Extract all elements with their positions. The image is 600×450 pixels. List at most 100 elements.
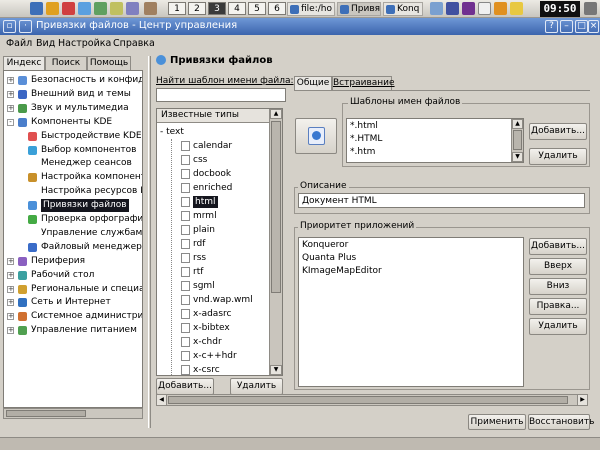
desktop-switch-5[interactable]: 5 bbox=[248, 2, 266, 15]
tab-general[interactable]: Общие bbox=[294, 76, 332, 90]
tray-lock-icon[interactable] bbox=[584, 2, 597, 15]
nav-item[interactable]: + Безопасность и конфиденц bbox=[4, 74, 142, 87]
move-down-button[interactable]: Вниз bbox=[529, 278, 587, 295]
nav-horizontal-scrollbar[interactable] bbox=[3, 408, 143, 419]
menu-settings[interactable]: Настройка bbox=[58, 38, 111, 49]
scroll-down-icon[interactable]: ▼ bbox=[512, 152, 523, 162]
help-icon[interactable] bbox=[126, 2, 139, 15]
tab-help[interactable]: Помощь bbox=[87, 56, 131, 70]
remove-app-button[interactable]: Удалить bbox=[529, 318, 587, 335]
tab-search[interactable]: Поиск bbox=[45, 56, 87, 70]
filetype-icon-button[interactable] bbox=[295, 118, 337, 154]
scroll-left-icon[interactable]: ◀ bbox=[157, 395, 167, 405]
nav-item[interactable]: + Региональные и специальны bbox=[4, 283, 142, 296]
tree-expand-icon[interactable]: + bbox=[7, 271, 14, 279]
description-input[interactable] bbox=[298, 193, 585, 208]
scroll-down-icon[interactable]: ▼ bbox=[270, 365, 282, 375]
tray-updates-icon[interactable] bbox=[494, 2, 507, 15]
add-type-button[interactable]: Добавить... bbox=[156, 378, 214, 395]
scroll-up-icon[interactable]: ▲ bbox=[512, 119, 523, 129]
scroll-right-icon[interactable]: ▶ bbox=[577, 395, 587, 405]
app-item[interactable]: KImageMapEditor bbox=[302, 266, 382, 276]
sticky-icon[interactable]: · bbox=[19, 20, 32, 33]
desktop-switch-6[interactable]: 6 bbox=[268, 2, 286, 15]
find-pattern-input[interactable] bbox=[156, 88, 286, 102]
pattern-item[interactable]: *.htm bbox=[350, 147, 375, 157]
tree-expand-icon[interactable]: + bbox=[7, 285, 14, 293]
tree-expand-icon[interactable]: + bbox=[7, 77, 14, 84]
navigation-tree[interactable]: + Безопасность и конфиденц + Внешний вид и … bbox=[3, 70, 143, 408]
desktop-switch-2[interactable]: 2 bbox=[188, 2, 206, 15]
delete-pattern-button[interactable]: Удалить bbox=[529, 148, 587, 165]
tray-media-icon[interactable] bbox=[462, 2, 475, 15]
nav-item[interactable]: + Управление питанием bbox=[4, 324, 142, 337]
scroll-up-icon[interactable]: ▲ bbox=[270, 109, 282, 119]
task-konqueror[interactable]: Konq bbox=[383, 2, 423, 16]
tree-expand-icon[interactable]: + bbox=[7, 299, 14, 307]
nav-item[interactable]: + Звук и мультимедиа bbox=[4, 102, 142, 115]
menu-help[interactable]: Справка bbox=[113, 38, 155, 49]
edit-app-button[interactable]: Правка... bbox=[529, 298, 587, 315]
patterns-list[interactable]: *.html *.HTML *.htm ▲ ▼ bbox=[346, 118, 524, 163]
nav-item[interactable]: Проверка орфографии bbox=[4, 213, 142, 226]
module-horizontal-scrollbar[interactable]: ◀ ▶ bbox=[156, 394, 588, 406]
menu-file[interactable]: Файл bbox=[6, 38, 32, 49]
scroll-thumb[interactable] bbox=[6, 410, 86, 417]
scroll-thumb[interactable] bbox=[513, 130, 522, 150]
minimize-icon[interactable]: – bbox=[560, 20, 573, 33]
nav-item[interactable]: + Рабочий стол bbox=[4, 269, 142, 282]
nav-item[interactable]: + Внешний вид и темы bbox=[4, 88, 142, 101]
menu-view[interactable]: Вид bbox=[36, 38, 55, 49]
pattern-item[interactable]: *.html bbox=[350, 121, 378, 131]
nav-item[interactable]: Менеджер сеансов bbox=[4, 157, 142, 170]
nav-item[interactable]: Привязки файлов bbox=[4, 199, 142, 213]
add-pattern-button[interactable]: Добавить... bbox=[529, 123, 587, 140]
tree-expand-icon[interactable]: + bbox=[7, 257, 14, 265]
tree-expand-icon[interactable]: + bbox=[7, 313, 14, 321]
tray-clipboard-icon[interactable] bbox=[478, 2, 491, 15]
show-desktop-icon[interactable] bbox=[144, 2, 157, 15]
scroll-thumb[interactable] bbox=[168, 396, 568, 404]
clock[interactable]: 09:50 bbox=[540, 1, 580, 17]
nav-item[interactable]: Настройка ресурсов KDE bbox=[4, 185, 142, 198]
app-item[interactable]: Quanta Plus bbox=[302, 253, 356, 263]
scroll-thumb[interactable] bbox=[271, 121, 281, 293]
app-priority-list[interactable]: Konqueror Quanta Plus KImageMapEditor bbox=[298, 237, 524, 387]
tray-network-icon[interactable] bbox=[430, 2, 443, 15]
app-item[interactable]: Konqueror bbox=[302, 240, 348, 250]
delete-type-button[interactable]: Удалить bbox=[230, 378, 283, 395]
task-file-browser[interactable]: file:/ho bbox=[287, 2, 335, 16]
add-app-button[interactable]: Добавить... bbox=[529, 238, 587, 255]
apply-button[interactable]: Применить bbox=[468, 414, 526, 430]
reset-button[interactable]: Восстановить bbox=[528, 414, 594, 430]
tree-collapse-icon[interactable]: - bbox=[7, 118, 14, 126]
desktop-switch-4[interactable]: 4 bbox=[228, 2, 246, 15]
window-menu-icon[interactable]: ▫ bbox=[3, 20, 16, 33]
maximize-icon[interactable]: □ bbox=[575, 20, 588, 33]
nav-item[interactable]: + Периферия bbox=[4, 255, 142, 268]
tray-keyboard-icon[interactable] bbox=[510, 2, 523, 15]
nav-item[interactable]: Быстродействие KDE bbox=[4, 130, 142, 143]
tab-index[interactable]: Индекс bbox=[3, 56, 45, 70]
known-types-tree[interactable]: Известные типы - text calendar css docbook… bbox=[156, 108, 283, 376]
desktop-switch-3[interactable]: 3 bbox=[208, 2, 226, 15]
nav-item[interactable]: Настройка компонента bbox=[4, 171, 142, 184]
task-file-associations[interactable]: Привя bbox=[337, 2, 381, 16]
move-up-button[interactable]: Вверх bbox=[529, 258, 587, 275]
nav-item[interactable]: Управление службами bbox=[4, 227, 142, 240]
splitter[interactable] bbox=[148, 56, 151, 428]
nav-item[interactable]: Файловый менеджер bbox=[4, 241, 142, 254]
mail-icon[interactable] bbox=[94, 2, 107, 15]
home-icon[interactable] bbox=[62, 2, 75, 15]
help-button-icon[interactable]: ? bbox=[545, 20, 558, 33]
kmenu-icon[interactable] bbox=[30, 2, 43, 15]
editor-icon[interactable] bbox=[110, 2, 123, 15]
tree-expand-icon[interactable]: + bbox=[7, 327, 14, 335]
window-titlebar[interactable]: ▫ · Привязки файлов - Центр управления ?… bbox=[0, 18, 600, 35]
types-vertical-scrollbar[interactable]: ▲ ▼ bbox=[269, 109, 282, 375]
nav-item[interactable]: + Сеть и Интернет bbox=[4, 296, 142, 309]
patterns-scrollbar[interactable]: ▲ ▼ bbox=[511, 119, 523, 162]
tab-embedding[interactable]: Встраивание bbox=[332, 76, 395, 90]
nav-item[interactable]: - Компоненты KDE bbox=[4, 116, 142, 129]
desktop-switch-1[interactable]: 1 bbox=[168, 2, 186, 15]
